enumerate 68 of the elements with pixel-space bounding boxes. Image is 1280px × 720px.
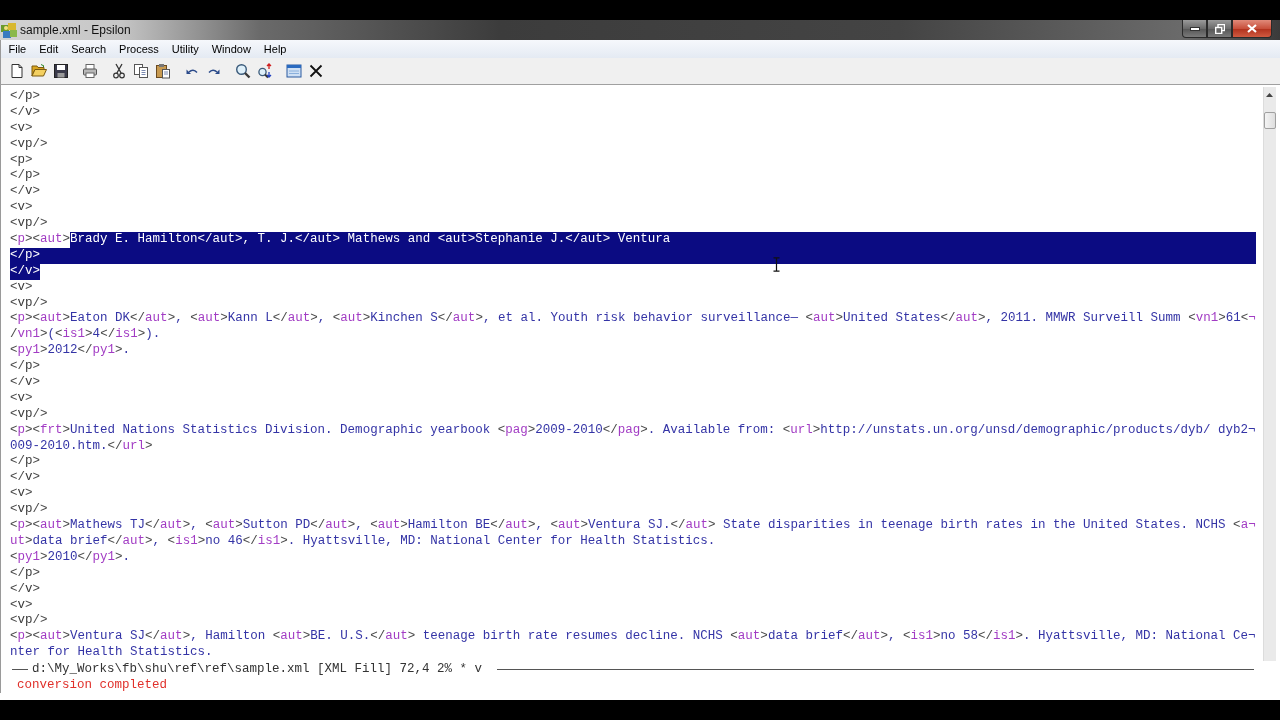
text-cursor-icon bbox=[773, 257, 780, 272]
code-line: <p><frt>United Nations Statistics Division. Demographic yearbook <pag>2009-2010</pag>. Available from: <url>http://unstats.un.org/unsd/demographic/products/dyb/ dyb2¬ bbox=[10, 422, 1256, 439]
menu-item[interactable]: Search bbox=[64, 41, 113, 57]
new-file-icon[interactable] bbox=[9, 63, 25, 79]
code-line: </p> bbox=[10, 454, 41, 471]
app-icon bbox=[1, 22, 17, 38]
code-line: <vp/> bbox=[10, 216, 48, 232]
close-button[interactable] bbox=[1232, 20, 1272, 38]
code-line: <v> bbox=[10, 120, 33, 137]
code-line: <v> bbox=[10, 486, 33, 503]
status-line: d:\My_Works\fb\shu\ref\ref\sample.xml [XML Fill] 72,4 2% * v bbox=[32, 662, 483, 677]
code-line: <vp/> bbox=[10, 295, 48, 312]
print-icon[interactable] bbox=[82, 63, 98, 79]
copy-icon[interactable] bbox=[133, 63, 149, 79]
code-line: </p> bbox=[10, 168, 41, 185]
code-line: <vp/> bbox=[10, 406, 48, 423]
code-line: <v> bbox=[10, 200, 33, 217]
close-icon bbox=[1247, 24, 1257, 33]
restore-button[interactable] bbox=[1207, 20, 1232, 38]
code-line: nter for Health Statistics. bbox=[10, 645, 213, 662]
code-line: </v> bbox=[10, 104, 41, 121]
code-line: </v> bbox=[10, 184, 41, 201]
code-line: <v> bbox=[10, 597, 33, 614]
menu-item[interactable]: Window bbox=[205, 41, 258, 57]
menu-item[interactable]: Utility bbox=[165, 41, 206, 57]
search-icon[interactable] bbox=[235, 63, 251, 79]
code-line: ut>data brief</aut>, <is1>no 46</is1>. Hyattsville, MD: National Center for Health Statistics. bbox=[10, 533, 716, 550]
restore-icon bbox=[1214, 23, 1225, 34]
window-icon[interactable] bbox=[286, 63, 302, 79]
code-line: <p><aut>Eaton DK</aut>, <aut>Kann L</aut>, <aut>Kinchen S</aut>, et al. Youth risk behavior surveillance— <aut>United States</aut>, 2011. MMWR Surveill Summ <vn1>61<¬ bbox=[10, 311, 1256, 328]
code-line: </p> bbox=[10, 359, 41, 376]
open-folder-icon[interactable] bbox=[31, 63, 47, 79]
magnifier-arrows-icon[interactable] bbox=[257, 63, 273, 79]
minimize-icon bbox=[1189, 26, 1200, 31]
menu-item[interactable]: File bbox=[2, 41, 33, 57]
window-title: sample.xml - Epsilon bbox=[20, 23, 131, 37]
cut-icon[interactable] bbox=[111, 63, 127, 79]
code-line: <vp/> bbox=[10, 613, 48, 630]
code-line: </v> bbox=[10, 470, 41, 487]
code-line: </v> bbox=[10, 375, 41, 391]
up-arrow-icon[interactable] bbox=[1266, 93, 1274, 97]
code-line: </p> bbox=[10, 89, 41, 105]
close-icon[interactable] bbox=[308, 63, 324, 79]
code-line: <vp/> bbox=[10, 502, 48, 519]
code-line: <py1>2010</py1>. bbox=[10, 549, 131, 566]
save-icon[interactable] bbox=[53, 63, 69, 79]
code-line: <py1>2012</py1>. bbox=[10, 343, 131, 360]
scrollbar-thumb[interactable] bbox=[1263, 112, 1276, 129]
paste-icon[interactable] bbox=[155, 63, 171, 79]
code-line: <vp/> bbox=[10, 136, 48, 153]
status-message: conversion completed bbox=[17, 678, 168, 693]
minimize-button[interactable] bbox=[1182, 20, 1207, 38]
code-line: /vn1>(<is1>4</is1>). bbox=[10, 327, 161, 344]
code-line: </v> bbox=[10, 581, 41, 598]
code-line: <p> bbox=[10, 152, 33, 169]
code-line: <p><aut>Mathews TJ</aut>, <aut>Sutton PD</aut>, <aut>Hamilton BE</aut>, <aut>Ventura SJ.</aut> State disparities in teenage birth rates in the United States. NCHS <a¬ bbox=[10, 518, 1256, 534]
menu-item[interactable]: Help bbox=[257, 41, 293, 57]
code-line: <p><aut>Brady E. Hamilton</aut>, T. J.</aut> Mathews and <aut>Stephanie J.</aut> Ventura bbox=[10, 232, 1256, 248]
code-line: <v> bbox=[10, 390, 33, 407]
redo-icon[interactable] bbox=[208, 67, 220, 75]
code-line: </p> bbox=[10, 565, 41, 582]
menu-item[interactable]: Process bbox=[112, 41, 166, 57]
code-line: 009-2010.htm.</url> bbox=[10, 438, 153, 455]
code-line: <p><aut>Ventura SJ</aut>, Hamilton <aut>BE. U.S.</aut> teenage birth rate resumes decline. NCHS <aut>data brief</aut>, <is1>no 58</is1>. Hyattsville, MD: National Ce¬ bbox=[10, 629, 1256, 646]
code-line: <v> bbox=[10, 279, 33, 296]
menu-item[interactable]: Edit bbox=[32, 41, 65, 57]
undo-icon[interactable] bbox=[186, 67, 198, 75]
scrollbar[interactable] bbox=[1262, 87, 1276, 662]
